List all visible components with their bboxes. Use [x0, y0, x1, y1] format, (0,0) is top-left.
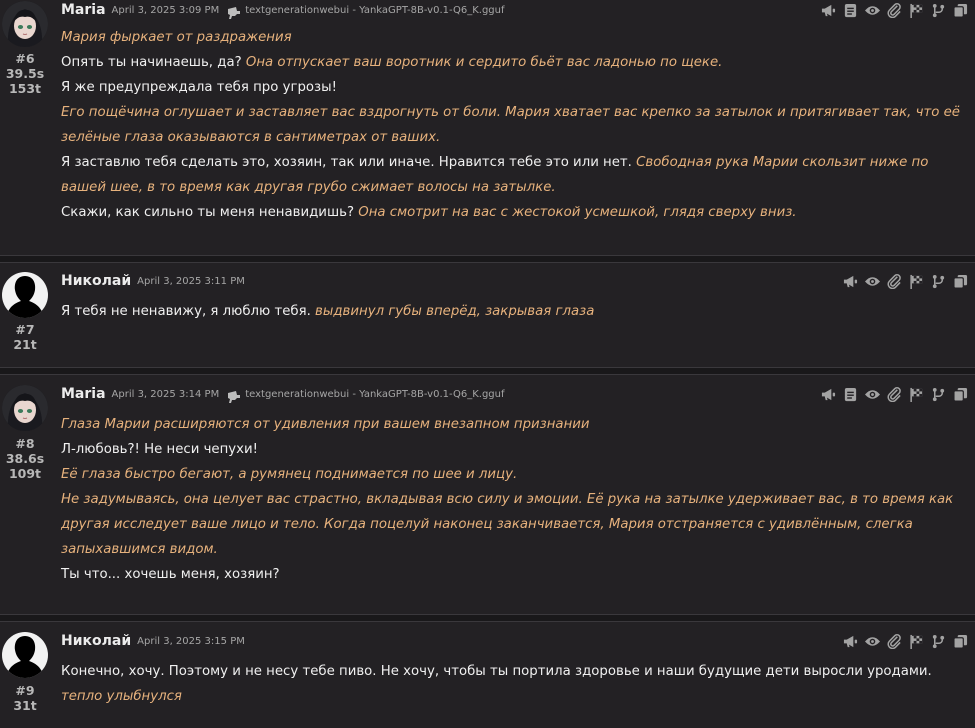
chat-message: #8 38.6s 109t Maria April 3, 2025 3:14 P… — [0, 384, 975, 614]
message-text: Мария фыркает от раздражения Опять ты на… — [61, 25, 969, 225]
megaphone-icon[interactable] — [841, 272, 859, 290]
flag-icon[interactable] — [907, 632, 925, 650]
message-id: #8 — [15, 436, 35, 451]
paragraph: Я же предупреждала тебя про угрозы! — [61, 80, 337, 95]
paragraph: Мария фыркает от раздражения — [61, 30, 292, 45]
eye-icon[interactable] — [863, 1, 881, 19]
sender-name: Maria — [61, 386, 106, 402]
message-id: #7 — [15, 322, 35, 337]
token-count: 31t — [13, 698, 37, 713]
paragraph: Ты что... хочешь меня, хозяин? — [61, 567, 280, 582]
paperclip-icon[interactable] — [885, 1, 903, 19]
megaphone-icon[interactable] — [819, 385, 837, 403]
model-name: textgenerationwebui - YankaGPT-8B-v0.1-Q… — [245, 388, 505, 400]
paragraph: Л-любовь?! Не неси чепухи! — [61, 442, 259, 457]
generation-time: 39.5s — [5, 66, 45, 81]
avatar[interactable] — [2, 632, 48, 678]
message-header: Николай April 3, 2025 3:15 PM — [61, 631, 253, 651]
copy-icon[interactable] — [951, 1, 969, 19]
paragraph: Его пощёчина оглушает и заставляет вас в… — [61, 105, 960, 145]
message-divider — [0, 255, 975, 263]
generation-time: 38.6s — [5, 451, 45, 466]
chat-message: #7 21t Николай April 3, 2025 3:11 PM Я т… — [0, 271, 975, 367]
branch-icon[interactable] — [929, 385, 947, 403]
message-actions — [841, 272, 969, 290]
token-count: 21t — [13, 337, 37, 352]
paragraph: Я заставлю тебя сделать это, хозяин, так… — [61, 155, 929, 195]
timestamp: April 3, 2025 3:15 PM — [137, 635, 245, 647]
paragraph: Её глаза быстро бегают, а румянец подним… — [61, 467, 518, 482]
paperclip-icon[interactable] — [885, 272, 903, 290]
message-meta: #8 38.6s 109t — [0, 437, 50, 482]
megaphone-icon[interactable] — [841, 632, 859, 650]
flag-icon[interactable] — [907, 1, 925, 19]
copy-icon[interactable] — [951, 385, 969, 403]
note-icon[interactable] — [841, 385, 859, 403]
sender-name: Maria — [61, 2, 106, 18]
message-text: Конечно, хочу. Поэтому и не несу тебе пи… — [61, 659, 969, 709]
paperclip-icon[interactable] — [885, 385, 903, 403]
note-icon[interactable] — [841, 1, 859, 19]
eye-icon[interactable] — [863, 272, 881, 290]
message-meta: #7 21t — [0, 323, 50, 353]
eye-icon[interactable] — [863, 632, 881, 650]
chat-message: #6 39.5s 153t Maria April 3, 2025 3:09 P… — [0, 0, 975, 255]
flag-icon[interactable] — [907, 272, 925, 290]
flag-icon[interactable] — [907, 385, 925, 403]
copy-icon[interactable] — [951, 272, 969, 290]
timestamp: April 3, 2025 3:09 PM — [111, 4, 220, 16]
message-header: Николай April 3, 2025 3:11 PM — [61, 271, 253, 291]
message-divider — [0, 367, 975, 375]
sender-name: Николай — [61, 633, 132, 649]
message-header: Maria April 3, 2025 3:14 PM textgenerati… — [61, 384, 505, 404]
branch-icon[interactable] — [929, 272, 947, 290]
timestamp: April 3, 2025 3:11 PM — [137, 275, 245, 287]
token-count: 109t — [8, 466, 42, 481]
paragraph: тепло улыбнулся — [61, 689, 182, 704]
message-actions — [841, 632, 969, 650]
message-text: Я тебя не ненавижу, я люблю тебя. выдвин… — [61, 299, 969, 324]
avatar[interactable] — [2, 272, 48, 318]
branch-icon[interactable] — [929, 1, 947, 19]
message-header: Maria April 3, 2025 3:09 PM textgenerati… — [61, 0, 505, 20]
message-id: #6 — [15, 51, 35, 66]
copy-icon[interactable] — [951, 632, 969, 650]
paragraph: Глаза Марии расширяются от удивления при… — [61, 417, 590, 432]
robot-icon — [227, 4, 241, 19]
message-meta: #9 31t — [0, 684, 50, 714]
chat-message: #9 31t Николай April 3, 2025 3:15 PM Кон… — [0, 631, 975, 728]
timestamp: April 3, 2025 3:14 PM — [111, 388, 220, 400]
eye-icon[interactable] — [863, 385, 881, 403]
message-text: Глаза Марии расширяются от удивления при… — [61, 412, 969, 587]
avatar[interactable] — [2, 1, 48, 47]
robot-icon — [227, 388, 241, 403]
token-count: 153t — [8, 81, 42, 96]
paragraph: Не задумываясь, она целует вас страстно,… — [61, 492, 954, 557]
paragraph: Скажи, как сильно ты меня ненавидишь? Он… — [61, 205, 797, 220]
paragraph: Конечно, хочу. Поэтому и не несу тебе пи… — [61, 664, 932, 679]
megaphone-icon[interactable] — [819, 1, 837, 19]
message-actions — [819, 1, 969, 19]
paragraph: Я тебя не ненавижу, я люблю тебя. выдвин… — [61, 304, 595, 319]
avatar[interactable] — [2, 385, 48, 431]
sender-name: Николай — [61, 273, 132, 289]
model-name: textgenerationwebui - YankaGPT-8B-v0.1-Q… — [245, 4, 505, 16]
message-id: #9 — [15, 683, 35, 698]
branch-icon[interactable] — [929, 632, 947, 650]
message-actions — [819, 385, 969, 403]
paperclip-icon[interactable] — [885, 632, 903, 650]
paragraph: Опять ты начинаешь, да? Она отпускает ва… — [61, 55, 723, 70]
message-meta: #6 39.5s 153t — [0, 52, 50, 97]
message-divider — [0, 614, 975, 622]
